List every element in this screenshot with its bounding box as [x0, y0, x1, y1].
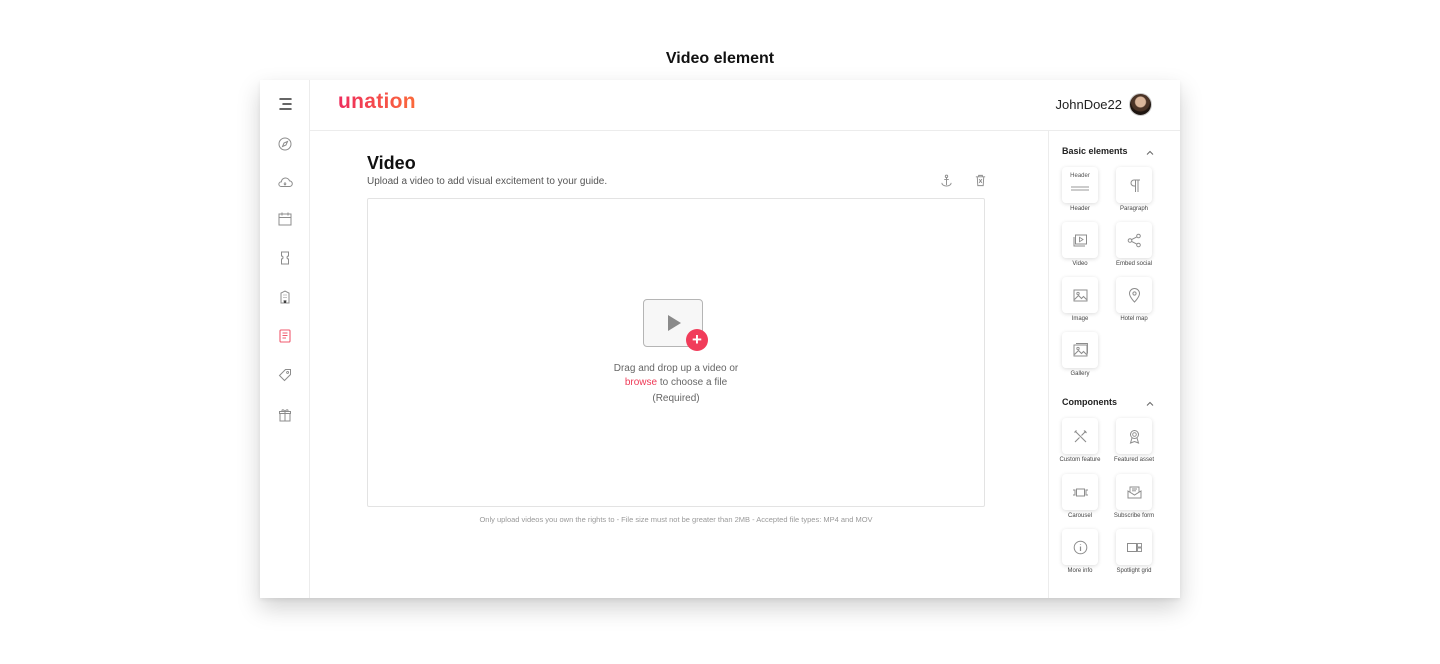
dropzone-browse-line: browse to choose a file — [368, 377, 984, 388]
dropzone-instruction: Drag and drop up a video or — [613, 363, 739, 374]
element-hotel-map[interactable]: Hotel map — [1112, 277, 1156, 323]
play-icon — [668, 315, 681, 331]
guide-icon[interactable] — [273, 324, 297, 348]
menu-icon[interactable] — [273, 92, 297, 116]
element-video[interactable]: Video — [1058, 222, 1102, 268]
ticket-icon[interactable] — [273, 246, 297, 270]
component-more-info[interactable]: More info — [1058, 529, 1102, 575]
info-icon — [1073, 540, 1087, 554]
chevron-up-icon[interactable] — [1145, 396, 1155, 406]
element-header[interactable]: Header Header — [1058, 167, 1102, 213]
element-paragraph[interactable]: Paragraph — [1112, 167, 1156, 213]
carousel-icon — [1072, 488, 1088, 496]
envelope-icon — [1127, 486, 1141, 498]
compass-icon[interactable] — [273, 132, 297, 156]
avatar[interactable] — [1129, 93, 1152, 116]
award-icon — [1129, 429, 1139, 444]
spotlight-icon — [1126, 542, 1142, 552]
component-custom-feature[interactable]: Custom feature — [1058, 418, 1102, 464]
component-carousel[interactable]: Carousel — [1058, 474, 1102, 520]
map-pin-icon — [1128, 287, 1140, 303]
username[interactable]: JohnDoe22 — [1056, 97, 1123, 112]
main-content: Video Upload a video to add visual excit… — [310, 131, 1048, 598]
components-title: Components — [1062, 397, 1117, 407]
component-subscribe-form[interactable]: Subscribe form — [1112, 474, 1156, 520]
browse-link[interactable]: browse — [625, 377, 657, 388]
gallery-icon — [1073, 342, 1088, 356]
add-video-icon[interactable]: + — [686, 329, 708, 351]
chevron-up-icon[interactable] — [1145, 145, 1155, 155]
elements-panel: Basic elements Header Header Paragraph V… — [1048, 131, 1180, 598]
unation-logo[interactable]: unation — [338, 90, 416, 114]
page-heading: Video element — [665, 50, 775, 67]
tag-icon[interactable] — [273, 363, 297, 387]
left-nav — [260, 80, 310, 598]
anchor-button[interactable] — [937, 171, 955, 189]
trash-icon — [975, 174, 985, 186]
anchor-icon — [940, 174, 952, 186]
tools-icon — [1073, 429, 1087, 442]
calendar-icon[interactable] — [273, 207, 297, 231]
section-subtitle: Upload a video to add visual excitement … — [367, 176, 608, 187]
video-icon — [1073, 234, 1087, 246]
video-dropzone[interactable]: + Drag and drop up a video or browse to … — [367, 198, 985, 507]
element-gallery[interactable]: Gallery — [1058, 332, 1102, 378]
cloud-icon[interactable] — [273, 170, 297, 194]
app-window: unation JohnDoe22 Video Upload a video t… — [260, 80, 1180, 598]
image-icon — [1073, 289, 1087, 301]
component-featured-asset[interactable]: Featured asset — [1112, 418, 1156, 464]
section-title: Video — [367, 153, 416, 173]
component-spotlight-grid[interactable]: Spotlight grid — [1112, 529, 1156, 575]
upload-guidelines: Only upload videos you own the rights to… — [479, 515, 873, 524]
required-label: (Required) — [652, 393, 700, 404]
building-icon[interactable] — [273, 285, 297, 309]
header-icon: Header — [1070, 173, 1090, 197]
paragraph-icon — [1130, 179, 1140, 192]
top-bar: unation JohnDoe22 — [310, 80, 1180, 131]
basic-elements-title: Basic elements — [1062, 146, 1128, 156]
element-image[interactable]: Image — [1058, 277, 1102, 323]
share-icon — [1127, 233, 1141, 247]
element-embed-social[interactable]: Embed social — [1112, 222, 1156, 268]
dropzone-browse-rest: to choose a file — [657, 377, 728, 388]
gift-icon[interactable] — [273, 403, 297, 427]
delete-button[interactable] — [971, 171, 989, 189]
